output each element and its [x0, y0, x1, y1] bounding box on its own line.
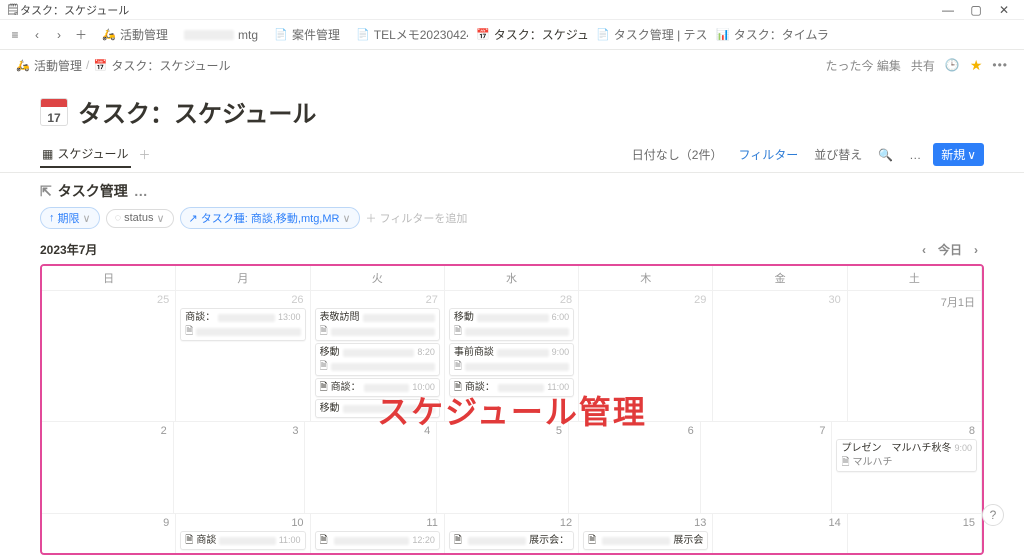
new-tab-icon[interactable]: ＋	[72, 26, 90, 43]
page-icon-calendar[interactable]: 17	[40, 98, 68, 126]
event-card[interactable]: 🗎商談11:00	[180, 531, 305, 550]
filter-link[interactable]: フィルター	[734, 144, 802, 165]
event-card[interactable]: 表敬訪問🗎	[315, 308, 440, 341]
calendar-icon: ▦	[42, 147, 53, 161]
filter-chip-period[interactable]: ↑期限∨	[40, 207, 100, 229]
filter-chip-tasktype[interactable]: ↗タスク種: 商談,移動,mtg,MR∨	[180, 207, 360, 229]
today-button[interactable]: 今日	[932, 241, 968, 258]
event-card[interactable]: 移動6:00🗎	[449, 308, 574, 341]
view-more-icon[interactable]: …	[905, 146, 925, 164]
event-card[interactable]: 🗎商談：11:00	[449, 378, 574, 397]
month-row: 2023年7月 ‹ 今日 ›	[0, 237, 1024, 262]
dow-cell: 土	[848, 266, 982, 290]
event-card[interactable]: プレゼン マルハチ秋冬9:00🗎マルハチ	[836, 439, 977, 472]
event-card[interactable]: 🗎12:20	[315, 531, 440, 550]
sort-link[interactable]: 並び替え	[810, 144, 866, 165]
event-card[interactable]: 移動	[315, 399, 440, 418]
calendar-cell[interactable]: 11🗎12:20	[311, 513, 445, 553]
new-button[interactable]: 新規∨	[933, 143, 984, 166]
view-tab-schedule[interactable]: ▦ スケジュール	[40, 141, 131, 168]
month-prev-icon[interactable]: ‹	[916, 243, 932, 257]
tab[interactable]: 📄TELメモ20230424-	[348, 22, 468, 47]
dow-cell: 火	[311, 266, 445, 290]
calendar-cell[interactable]: 13🗎展示会	[579, 513, 713, 553]
month-next-icon[interactable]: ›	[968, 243, 984, 257]
calendar: 日月火水木金土 2526商談：13:00🗎2 7 表敬訪問🗎移動8:20🗎 🗎商談：1…	[40, 264, 984, 555]
more-icon[interactable]: •••	[992, 58, 1008, 72]
tab[interactable]: 📊タスク：タイムラ…	[708, 22, 828, 47]
breadcrumb: 🛵 活動管理 / 📅 タスク：スケジュール たった今 編集 共有 🕒 ★ •••	[0, 50, 1024, 80]
clock-icon[interactable]: 🕒	[945, 58, 960, 72]
calendar-cell[interactable]: 10🗎商談11:00	[176, 513, 310, 553]
event-card[interactable]: 移動8:20🗎	[315, 343, 440, 376]
tab[interactable]: mtg	[176, 22, 266, 47]
tab-bar: ≡ ‹ › ＋ 🛵活動管理mtg📄案件管理📄TELメモ20230424-📅タスク…	[0, 20, 1024, 50]
dow-header: 日月火水木金土	[42, 266, 982, 290]
breadcrumb-page[interactable]: 📅 タスク：スケジュール	[93, 57, 230, 74]
filter-chip-status[interactable]: ◌status∨	[106, 209, 174, 228]
menu-icon[interactable]: ≡	[6, 28, 24, 42]
calendar-cell[interactable]: 26商談：13:00🗎	[176, 290, 310, 421]
window-titlebar: 🗒 タスク：スケジュール — ▢ ✕	[0, 0, 1024, 20]
nav-back-icon[interactable]: ‹	[28, 28, 46, 42]
calendar-cell[interactable]: 14	[713, 513, 847, 553]
database-title[interactable]: タスク管理	[58, 181, 128, 201]
event-card[interactable]: 商談：13:00🗎	[180, 308, 305, 341]
calendar-cell[interactable]: 30	[713, 290, 847, 421]
share-button[interactable]: 共有	[911, 57, 935, 74]
page-icon: 📅	[93, 58, 107, 72]
calendar-cell[interactable]: 15	[848, 513, 982, 553]
dow-cell: 木	[579, 266, 713, 290]
event-card[interactable]: 🗎商談：10:00	[315, 378, 440, 397]
root-icon: 🛵	[16, 58, 30, 72]
calendar-cell[interactable]: 3	[174, 421, 306, 513]
breadcrumb-root[interactable]: 🛵 活動管理	[16, 57, 82, 74]
favorite-icon[interactable]: ★	[970, 57, 983, 74]
no-date-link[interactable]: 日付なし（2件）	[628, 144, 727, 165]
tab[interactable]: 📅タスク：スケジュ…	[468, 22, 588, 47]
help-button[interactable]: ?	[982, 504, 1004, 526]
calendar-cell[interactable]: 5	[437, 421, 569, 513]
db-more-icon[interactable]: …	[134, 183, 149, 199]
link-icon: ⇱	[40, 183, 52, 200]
calendar-cell[interactable]: 7	[701, 421, 833, 513]
tab[interactable]: 📄タスク管理 | テス…	[588, 22, 708, 47]
tab[interactable]: 🛵活動管理	[94, 22, 176, 47]
calendar-cell[interactable]: 29	[579, 290, 713, 421]
window-title: タスク：スケジュール	[20, 2, 129, 18]
dow-cell: 金	[713, 266, 847, 290]
dow-cell: 水	[445, 266, 579, 290]
calendar-cell[interactable]: 25	[42, 290, 176, 421]
month-label: 2023年7月	[40, 241, 97, 258]
tab[interactable]: 📄案件管理	[266, 22, 348, 47]
page-title: 17 タスク：スケジュール	[0, 80, 1024, 137]
win-max-icon[interactable]: ▢	[962, 3, 990, 17]
win-min-icon[interactable]: —	[934, 3, 962, 17]
calendar-cell[interactable]: 4	[305, 421, 437, 513]
calendar-cell[interactable]: 12🗎展示会：	[445, 513, 579, 553]
calendar-cell[interactable]: 8プレゼン マルハチ秋冬9:00🗎マルハチ	[832, 421, 982, 513]
win-close-icon[interactable]: ✕	[990, 3, 1018, 17]
filter-row: ↑期限∨ ◌status∨ ↗タスク種: 商談,移動,mtg,MR∨ ＋ フィル…	[0, 203, 1024, 237]
calendar-cell[interactable]: 28移動6:00🗎事前商談9:00🗎🗎商談：11:00	[445, 290, 579, 421]
nav-fwd-icon[interactable]: ›	[50, 28, 68, 42]
search-icon[interactable]: 🔍	[874, 146, 897, 164]
event-card[interactable]: 🗎展示会：	[449, 531, 574, 550]
database-title-row: ⇱ タスク管理 …	[0, 173, 1024, 203]
edited-label: たった今 編集	[826, 57, 901, 74]
calendar-cell[interactable]: 7月1日	[848, 290, 982, 421]
event-card[interactable]: 🗎展示会	[583, 531, 708, 550]
event-card[interactable]: 事前商談9:00🗎	[449, 343, 574, 376]
add-view-button[interactable]: ＋	[139, 146, 151, 163]
dow-cell: 日	[42, 266, 176, 290]
calendar-cell[interactable]: 27表敬訪問🗎移動8:20🗎🗎商談：10:00移動	[311, 290, 445, 421]
calendar-cell[interactable]: 9	[42, 513, 176, 553]
add-filter-button[interactable]: ＋ フィルターを追加	[366, 210, 468, 226]
calendar-cell[interactable]: 2	[42, 421, 174, 513]
calendar-cell[interactable]: 6	[569, 421, 701, 513]
view-bar: ▦ スケジュール ＋ 日付なし（2件） フィルター 並び替え 🔍 … 新規∨	[0, 137, 1024, 173]
dow-cell: 月	[176, 266, 310, 290]
